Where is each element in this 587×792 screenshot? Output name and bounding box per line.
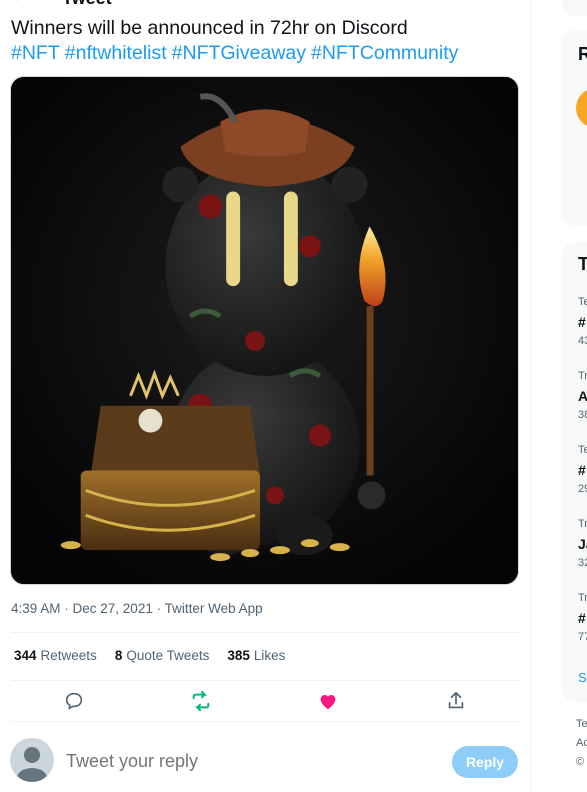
- trend-count: 77: [578, 631, 587, 643]
- trend-count: 32: [578, 557, 587, 569]
- quotes-label: Quote Tweets: [126, 648, 210, 663]
- retweets-stat[interactable]: 344 Retweets: [14, 648, 97, 663]
- hashtag-link[interactable]: #NFTCommunity: [311, 42, 458, 64]
- trend-count: 43: [578, 335, 587, 347]
- tweet-stats: 344 Retweets 8 Quote Tweets 385 Likes: [14, 648, 285, 663]
- trend-meta: Tr: [578, 370, 587, 382]
- trend-name[interactable]: A: [578, 388, 587, 404]
- retweets-label: Retweets: [40, 648, 97, 663]
- trend-count: 29: [578, 483, 587, 495]
- hashtag-link[interactable]: #nftwhitelist: [65, 42, 167, 64]
- retweets-count: 344: [14, 648, 37, 663]
- trend-name[interactable]: #: [578, 314, 586, 330]
- quotes-count: 8: [114, 648, 123, 663]
- footer-link[interactable]: Ac: [576, 737, 587, 749]
- trend-count: 38: [578, 409, 587, 421]
- likes-count: 385: [227, 648, 250, 663]
- trends-panel: T Te # 43 Tr A 38 Te # 29 Tr Ja 32 Tr # …: [562, 242, 587, 702]
- hashtag-link[interactable]: #NFT: [11, 42, 60, 64]
- likes-label: Likes: [253, 648, 286, 663]
- reply-button[interactable]: Reply: [452, 746, 518, 778]
- trend-meta: Te: [578, 444, 587, 456]
- trend-name[interactable]: #: [578, 462, 586, 478]
- trend-meta: Tr: [578, 518, 587, 530]
- page-title: Tweet: [62, 0, 112, 9]
- sidebar: R T Te # 43 Tr A 38 Te # 29 Tr Ja 32 Tr …: [562, 0, 587, 792]
- quotes-stat[interactable]: 8 Quote Tweets: [115, 648, 210, 663]
- reply-input[interactable]: [66, 751, 426, 772]
- trends-title: T: [578, 254, 587, 274]
- divider: [11, 632, 519, 633]
- tweet-actions: [11, 681, 519, 721]
- retweet-icon[interactable]: [190, 690, 212, 712]
- likes-stat[interactable]: 385 Likes: [227, 648, 285, 663]
- share-icon[interactable]: [445, 690, 467, 712]
- like-icon[interactable]: [317, 690, 339, 712]
- footer-link[interactable]: Te: [576, 718, 587, 730]
- hashtag-link[interactable]: #NFTGiveaway: [172, 42, 306, 64]
- hashtag-list: #NFT #nftwhitelist #NFTGiveaway #NFTCommuni…: [11, 41, 526, 66]
- panel-title: R: [578, 44, 587, 64]
- pirate-toy-illustration: [11, 77, 518, 584]
- trend-meta: Te: [578, 296, 587, 308]
- trend-meta: Tr: [578, 592, 587, 604]
- tweet-timestamp[interactable]: 4:39 AM · Dec 27, 2021 · Twitter Web App: [11, 601, 263, 616]
- trend-name[interactable]: Ja: [578, 536, 587, 552]
- avatar[interactable]: [576, 88, 587, 128]
- divider: [11, 721, 519, 722]
- suggestion-panel: R: [562, 30, 587, 226]
- tweet-text-line: Winners will be announced in 72hr on Dis…: [11, 17, 408, 39]
- trend-name[interactable]: #: [578, 610, 586, 626]
- reply-icon[interactable]: [63, 690, 85, 712]
- page-header: ← Tweet: [0, 0, 532, 8]
- tweet-media-image[interactable]: [10, 76, 519, 585]
- reply-composer: Reply: [10, 735, 522, 787]
- tweet-text: Winners will be announced in 72hr on Dis…: [11, 16, 526, 66]
- show-more-link[interactable]: Sl: [578, 670, 587, 685]
- footer-copyright: ©: [576, 756, 585, 768]
- back-arrow-icon[interactable]: ←: [12, 0, 28, 6]
- search-box[interactable]: [562, 0, 587, 16]
- avatar[interactable]: [10, 738, 54, 782]
- tweet-column: ← Tweet Winners will be announced in 72h…: [0, 0, 532, 792]
